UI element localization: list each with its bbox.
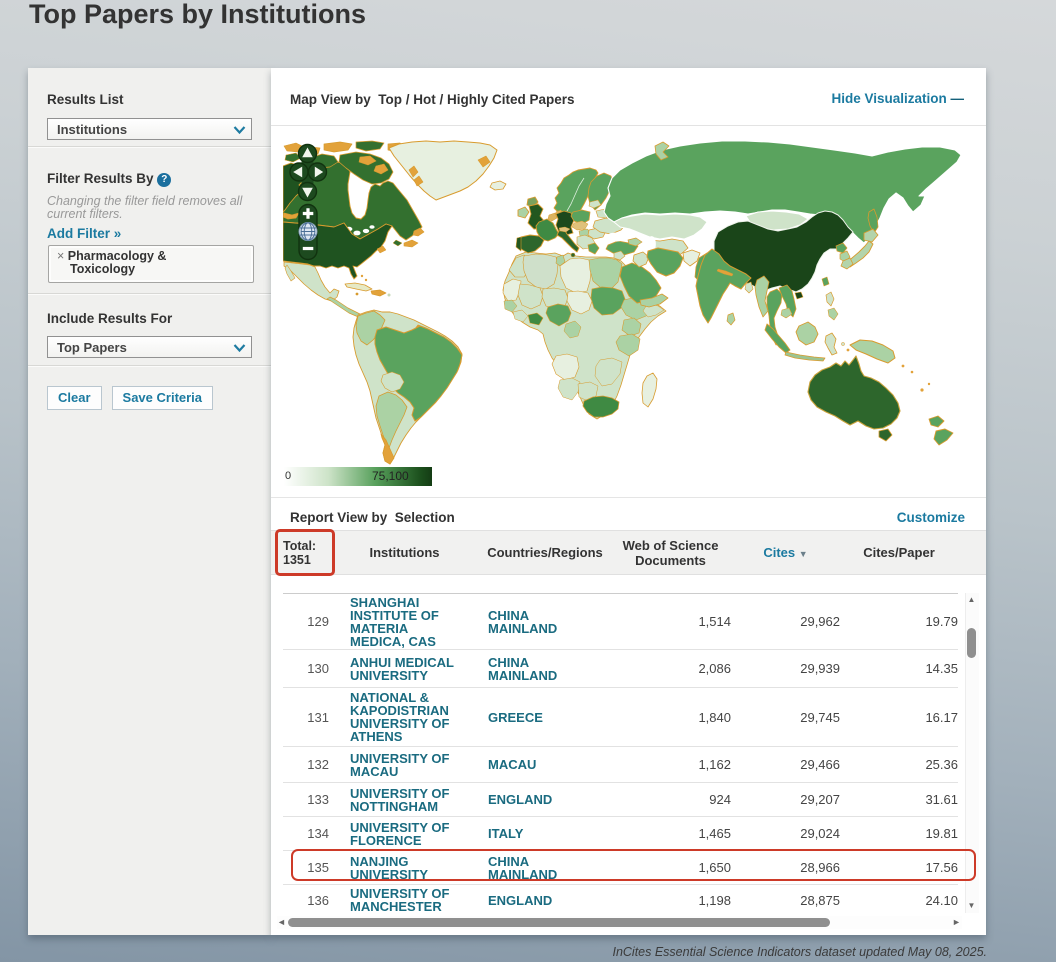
svg-text:0: 0 (285, 470, 291, 482)
svg-text:75,100: 75,100 (372, 469, 409, 483)
